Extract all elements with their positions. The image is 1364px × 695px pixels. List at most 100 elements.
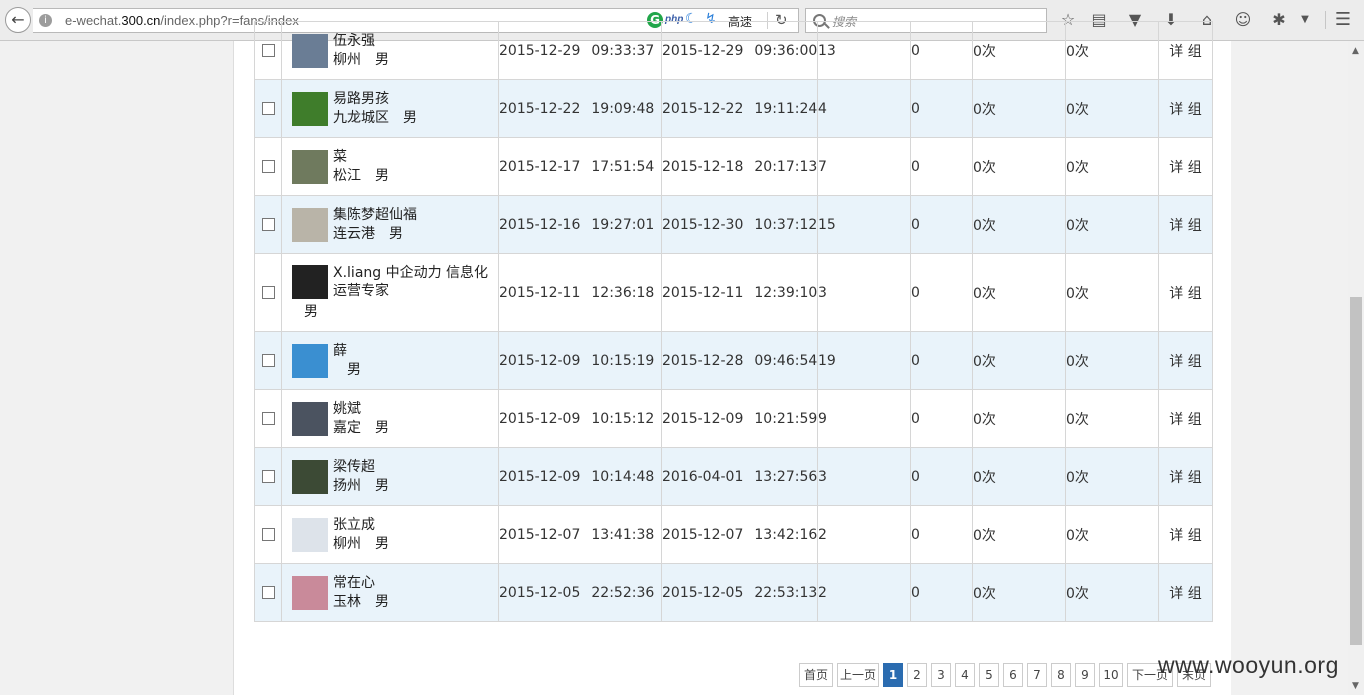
detail-link[interactable]: 详 xyxy=(1169,218,1183,234)
fan-location: 柳州男 xyxy=(333,52,389,68)
scrollbar-thumb[interactable] xyxy=(1350,297,1362,645)
back-arrow-icon[interactable]: ← xyxy=(5,7,31,33)
fan-nickname: 姚斌 xyxy=(333,401,361,417)
table-row: 薛男 2015-12-09 10:15:19 2015-12-28 09:46:54 19… xyxy=(254,331,1213,390)
count-col-3: 0次 xyxy=(1065,563,1159,622)
row-select-cell xyxy=(254,331,282,390)
group-link[interactable]: 组 xyxy=(1188,44,1202,60)
page-1-button[interactable]: 1 xyxy=(883,663,903,687)
fan-info-cell: 姚斌 嘉定男 xyxy=(281,389,499,448)
pagination: 首页 上一页 1 2 3 4 5 6 7 8 9 10 下一页 末页 xyxy=(799,663,1211,687)
fan-nickname: 梁传超 xyxy=(333,459,375,475)
table-row: 菜松江男 2015-12-17 17:51:54 2015-12-18 20:17:13… xyxy=(254,137,1213,196)
first-page-button[interactable]: 首页 xyxy=(799,663,833,687)
subscribe-time: 2015-12-16 19:27:01 xyxy=(498,195,662,254)
group-link[interactable]: 组 xyxy=(1188,354,1202,370)
detail-link[interactable]: 详 xyxy=(1169,286,1183,302)
row-checkbox[interactable] xyxy=(261,586,275,599)
scroll-up-arrow-icon[interactable]: ▲ xyxy=(1352,46,1359,56)
page-2-button[interactable]: 2 xyxy=(907,663,927,687)
fan-nickname: X.liang 中企动力 信息化运营专家 xyxy=(333,265,489,299)
page-5-button[interactable]: 5 xyxy=(979,663,999,687)
menu-hamburger-icon[interactable]: ☰ xyxy=(1332,9,1354,31)
fan-info-cell: 薛男 xyxy=(281,331,499,390)
group-link[interactable]: 组 xyxy=(1188,160,1202,176)
scroll-down-arrow-icon[interactable]: ▼ xyxy=(1352,681,1359,691)
last-active-time: 2015-12-29 09:36:00 xyxy=(661,21,818,80)
row-checkbox[interactable] xyxy=(261,470,275,483)
group-link[interactable]: 组 xyxy=(1188,218,1202,234)
page-8-button[interactable]: 8 xyxy=(1051,663,1071,687)
count-col-2: 0次 xyxy=(972,331,1066,390)
count-col-3: 0次 xyxy=(1065,447,1159,506)
row-checkbox[interactable] xyxy=(261,354,275,367)
subscribe-time: 2015-12-29 09:33:37 xyxy=(498,21,662,80)
detail-link[interactable]: 详 xyxy=(1169,160,1183,176)
chat-icon[interactable]: ☺ xyxy=(1232,9,1254,31)
row-actions: 详 组 xyxy=(1158,21,1213,80)
page-10-button[interactable]: 10 xyxy=(1099,663,1123,687)
fan-info-cell: 菜松江男 xyxy=(281,137,499,196)
last-active-time: 2015-12-28 09:46:54 xyxy=(661,331,818,390)
fan-location: 柳州男 xyxy=(333,536,389,552)
detail-link[interactable]: 详 xyxy=(1169,412,1183,428)
fan-info-cell: 集陈梦超仙福 连云港男 xyxy=(281,195,499,254)
row-select-cell xyxy=(254,505,282,564)
fan-location: 玉林男 xyxy=(333,594,389,610)
detail-link[interactable]: 详 xyxy=(1169,528,1183,544)
last-active-time: 2015-12-30 10:37:12 xyxy=(661,195,818,254)
extension-bug-icon[interactable]: ✱ xyxy=(1268,9,1290,31)
row-checkbox[interactable] xyxy=(261,412,275,425)
dropdown-arrow-icon[interactable]: ▼ xyxy=(1294,9,1316,31)
row-actions: 详 组 xyxy=(1158,447,1213,506)
row-checkbox[interactable] xyxy=(261,102,275,115)
site-info-icon[interactable]: i xyxy=(39,14,52,27)
detail-link[interactable]: 详 xyxy=(1169,586,1183,602)
count-col-2: 0次 xyxy=(972,563,1066,622)
group-link[interactable]: 组 xyxy=(1188,102,1202,118)
count-col-3: 0次 xyxy=(1065,195,1159,254)
row-actions: 详 组 xyxy=(1158,195,1213,254)
count-col-1: 0 xyxy=(910,21,973,80)
avatar xyxy=(292,149,328,184)
subscribe-time: 2015-12-07 13:41:38 xyxy=(498,505,662,564)
page-6-button[interactable]: 6 xyxy=(1003,663,1023,687)
group-link[interactable]: 组 xyxy=(1188,286,1202,302)
group-link[interactable]: 组 xyxy=(1188,470,1202,486)
row-select-cell xyxy=(254,137,282,196)
count-col-1: 0 xyxy=(910,389,973,448)
message-count: 15 xyxy=(817,195,911,254)
fan-info-cell: 张立成 柳州男 xyxy=(281,505,499,564)
count-col-2: 0次 xyxy=(972,447,1066,506)
row-checkbox[interactable] xyxy=(261,160,275,173)
subscribe-time: 2015-12-05 22:52:36 xyxy=(498,563,662,622)
detail-link[interactable]: 详 xyxy=(1169,102,1183,118)
last-active-time: 2015-12-18 20:17:13 xyxy=(661,137,818,196)
fan-gender: 男 xyxy=(375,594,389,610)
count-col-2: 0次 xyxy=(972,253,1066,332)
row-actions: 详 组 xyxy=(1158,389,1213,448)
row-checkbox[interactable] xyxy=(261,528,275,541)
page-7-button[interactable]: 7 xyxy=(1027,663,1047,687)
count-col-3: 0次 xyxy=(1065,21,1159,80)
page-9-button[interactable]: 9 xyxy=(1075,663,1095,687)
count-col-3: 0次 xyxy=(1065,389,1159,448)
page-3-button[interactable]: 3 xyxy=(931,663,951,687)
avatar xyxy=(292,343,328,378)
message-count: 2 xyxy=(817,505,911,564)
table-row: 易路男孩 九龙城区男 2015-12-22 19:09:48 2015-12-22 19:… xyxy=(254,79,1213,138)
group-link[interactable]: 组 xyxy=(1188,586,1202,602)
detail-link[interactable]: 详 xyxy=(1169,354,1183,370)
message-count: 13 xyxy=(817,21,911,80)
fan-gender: 男 xyxy=(403,110,417,126)
group-link[interactable]: 组 xyxy=(1188,528,1202,544)
row-checkbox[interactable] xyxy=(261,286,275,299)
row-checkbox[interactable] xyxy=(261,44,275,57)
page-4-button[interactable]: 4 xyxy=(955,663,975,687)
fan-gender: 男 xyxy=(304,304,318,320)
group-link[interactable]: 组 xyxy=(1188,412,1202,428)
prev-page-button[interactable]: 上一页 xyxy=(837,663,879,687)
row-checkbox[interactable] xyxy=(261,218,275,231)
detail-link[interactable]: 详 xyxy=(1169,44,1183,60)
detail-link[interactable]: 详 xyxy=(1169,470,1183,486)
